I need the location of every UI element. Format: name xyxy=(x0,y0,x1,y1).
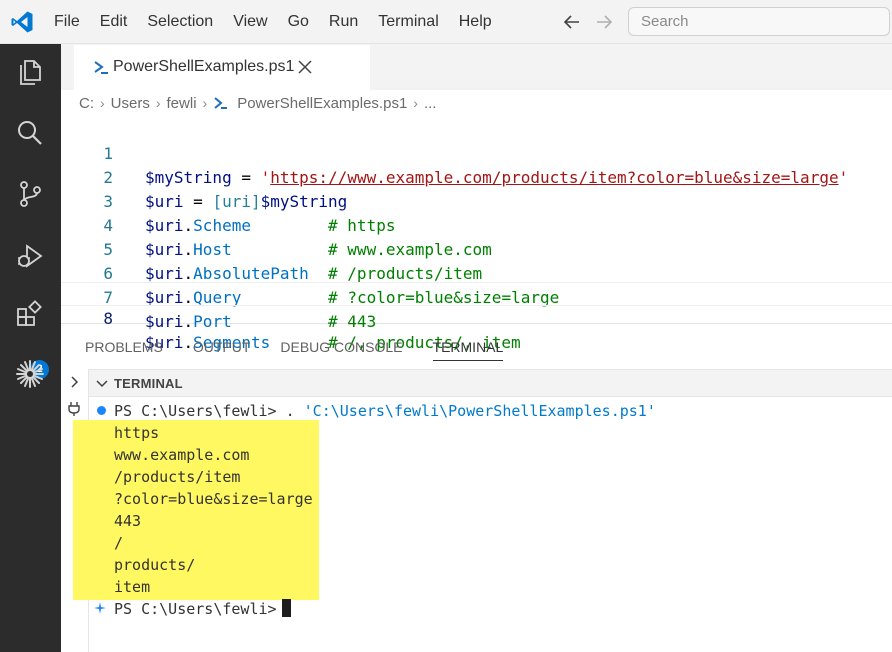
sparkle-icon[interactable] xyxy=(93,601,107,615)
terminal[interactable]: PS C:\Users\fewli> . 'C:\Users\fewli\Pow… xyxy=(73,398,892,652)
plug-icon[interactable] xyxy=(66,401,82,417)
terminal-output-line: /products/item xyxy=(114,468,241,486)
menu-view[interactable]: View xyxy=(223,0,277,44)
terminal-prompt-line: PS C:\Users\fewli> xyxy=(114,598,291,620)
explorer-icon[interactable] xyxy=(14,56,46,88)
breadcrumb-file[interactable]: PowerShellExamples.ps1 xyxy=(237,95,407,112)
terminal-command-line: PS C:\Users\fewli> . 'C:\Users\fewli\Pow… xyxy=(114,400,656,422)
terminal-output-line: ?color=blue&size=large xyxy=(114,490,313,508)
chevron-right-icon[interactable] xyxy=(67,375,81,389)
code-line: 6 $uri.Query # ?color=blue&size=large xyxy=(61,238,892,307)
terminal-title: TERMINAL xyxy=(114,376,183,391)
spark-icon[interactable] xyxy=(14,358,46,390)
tab-problems[interactable]: PROBLEMS xyxy=(85,325,163,369)
editor-tab-bar: PowerShellExamples.ps1 xyxy=(61,44,892,90)
tab-debug-console[interactable]: DEBUG CONSOLE xyxy=(280,325,402,369)
chevron-right-icon: › xyxy=(100,95,105,111)
code-line: 3 $uri.Scheme # https xyxy=(61,166,892,235)
chevron-right-icon: › xyxy=(155,95,161,111)
menu-edit[interactable]: Edit xyxy=(90,0,138,44)
tab-label: PowerShellExamples.ps1 xyxy=(113,58,295,75)
prompt: PS C:\Users\fewli> xyxy=(114,402,286,420)
command-prefix: . xyxy=(285,402,304,420)
powershell-file-icon xyxy=(94,61,108,74)
title-bar: File Edit Selection View Go Run Terminal… xyxy=(0,0,892,44)
tab-terminal[interactable]: TERMINAL xyxy=(432,325,503,369)
powershell-file-icon xyxy=(214,97,228,109)
chevron-right-icon: › xyxy=(413,95,418,111)
chevron-down-icon[interactable] xyxy=(95,376,109,390)
breadcrumb-users[interactable]: Users xyxy=(111,95,150,112)
search-box[interactable]: Search xyxy=(628,7,890,36)
navigation-arrows xyxy=(560,10,616,34)
code-line: 4 $uri.Host # www.example.com xyxy=(61,190,892,259)
breadcrumb-fewli[interactable]: fewli xyxy=(167,95,197,112)
tab-output[interactable]: OUTPUT xyxy=(193,325,251,369)
code-editor[interactable]: 1 $myString = 'https://www.example.com/p… xyxy=(61,116,892,352)
menu-run[interactable]: Run xyxy=(319,0,368,44)
breadcrumb-drive[interactable]: C: xyxy=(79,95,94,112)
code-line: 2 $uri = [uri]$myString xyxy=(61,142,892,211)
terminal-output-line: 443 xyxy=(114,512,142,530)
code-line: 1 $myString = 'https://www.example.com/p… xyxy=(61,118,892,187)
terminal-output-line: https xyxy=(114,424,160,442)
terminal-cursor xyxy=(281,599,291,617)
vscode-logo-icon xyxy=(11,11,33,33)
extensions-icon[interactable] xyxy=(14,299,46,331)
terminal-output-line: / xyxy=(114,534,124,552)
forward-arrow-icon[interactable] xyxy=(592,10,616,34)
command-path: 'C:\Users\fewli\PowerShellExamples.ps1' xyxy=(303,402,656,420)
prompt: PS C:\Users\fewli> xyxy=(114,600,277,618)
menu-help[interactable]: Help xyxy=(449,0,502,44)
terminal-output-line: products/ xyxy=(114,556,196,574)
tab-powershellexamples[interactable]: PowerShellExamples.ps1 xyxy=(74,44,370,90)
menu-terminal[interactable]: Terminal xyxy=(368,0,448,44)
code-line-current: 8 $uri.Segments # /, products/, item xyxy=(61,282,892,352)
terminal-section-header[interactable]: TERMINAL xyxy=(89,369,892,397)
run-debug-icon[interactable] xyxy=(14,240,46,272)
back-arrow-icon[interactable] xyxy=(560,10,584,34)
breadcrumb: C: › Users › fewli › PowerShellExamples.… xyxy=(61,90,892,116)
menu-file[interactable]: File xyxy=(44,0,90,44)
activity-bar: 2 xyxy=(0,44,61,652)
chevron-right-icon: › xyxy=(202,95,208,111)
close-icon[interactable] xyxy=(296,58,314,76)
command-success-icon xyxy=(97,406,106,415)
search-icon[interactable] xyxy=(14,117,46,149)
code-line: 5 $uri.AbsolutePath # /products/item xyxy=(61,214,892,283)
panel-tab-bar: PROBLEMS OUTPUT DEBUG CONSOLE TERMINAL xyxy=(61,325,892,369)
menu-go[interactable]: Go xyxy=(278,0,319,44)
terminal-output-line: item xyxy=(114,578,151,596)
terminal-output-line: www.example.com xyxy=(114,446,250,464)
source-control-icon[interactable] xyxy=(14,178,46,210)
menu-selection[interactable]: Selection xyxy=(137,0,223,44)
menu-bar: File Edit Selection View Go Run Terminal… xyxy=(44,0,502,44)
breadcrumb-more[interactable]: ... xyxy=(424,95,437,112)
